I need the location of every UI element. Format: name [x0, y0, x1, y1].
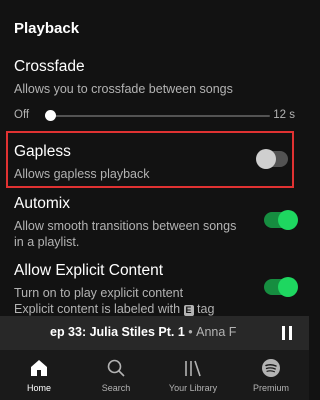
now-playing-text[interactable]: ep 33: Julia Stiles Pt. 1 • Anna F [50, 325, 275, 339]
explicit-title: Allow Explicit Content [14, 262, 164, 279]
crossfade-slider-track[interactable] [45, 115, 270, 117]
crossfade-max-label: 12 s [273, 109, 295, 121]
nav-search[interactable]: Search [81, 358, 151, 393]
mini-player[interactable]: ep 33: Julia Stiles Pt. 1 • Anna F [0, 316, 309, 350]
explicit-toggle[interactable] [264, 277, 298, 297]
automix-title: Automix [14, 195, 70, 212]
automix-description: Allow smooth transitions between songs i… [14, 219, 237, 249]
search-icon [107, 359, 125, 377]
nav-premium[interactable]: Premium [236, 358, 306, 393]
explicit-description-line1: Turn on to play explicit content [14, 286, 184, 300]
gapless-toggle[interactable] [256, 149, 288, 169]
crossfade-slider-knob[interactable] [45, 110, 56, 121]
home-icon [31, 360, 47, 376]
now-playing-title: ep 33: Julia Stiles Pt. 1 [50, 325, 185, 339]
crossfade-description: Allows you to crossfade between songs [14, 82, 233, 96]
gapless-setting: Gapless Allows gapless playback [14, 143, 295, 182]
nav-library[interactable]: Your Library [158, 358, 228, 393]
nav-home[interactable]: Home [4, 358, 74, 393]
explicit-setting: Allow Explicit Content Turn on to play e… [14, 262, 249, 317]
explicit-badge: E [183, 305, 194, 316]
nav-home-label: Home [26, 383, 51, 393]
explicit-description: Turn on to play explicit content Explici… [14, 285, 249, 317]
nav-search-label: Search [101, 383, 131, 393]
gapless-title: Gapless [14, 143, 71, 160]
gapless-description: Allows gapless playback [14, 167, 150, 181]
crossfade-slider[interactable]: Off 12 s [14, 109, 295, 123]
crossfade-setting: Crossfade Allows you to crossfade betwee… [14, 58, 295, 97]
now-playing-separator: • [188, 325, 193, 339]
spotify-logo-icon [262, 359, 280, 377]
bottom-nav: Home Search Your Library Premium [0, 350, 309, 400]
explicit-toggle-thumb [278, 277, 298, 297]
library-icon [185, 360, 201, 377]
automix-toggle-thumb [278, 210, 298, 230]
now-playing-artist: Anna F [196, 325, 237, 339]
gapless-toggle-thumb [256, 149, 276, 169]
nav-library-label: Your Library [168, 383, 218, 393]
explicit-description-suffix: tag [197, 302, 215, 316]
explicit-description-line2: Explicit content is labeled with [14, 302, 181, 316]
crossfade-title: Crossfade [14, 58, 85, 75]
pause-icon[interactable] [281, 326, 293, 340]
automix-setting: Automix Allow smooth transitions between… [14, 195, 249, 250]
section-title: Playback [14, 20, 80, 37]
automix-toggle[interactable] [264, 210, 298, 230]
nav-premium-label: Premium [252, 383, 289, 393]
crossfade-min-label: Off [14, 109, 30, 121]
